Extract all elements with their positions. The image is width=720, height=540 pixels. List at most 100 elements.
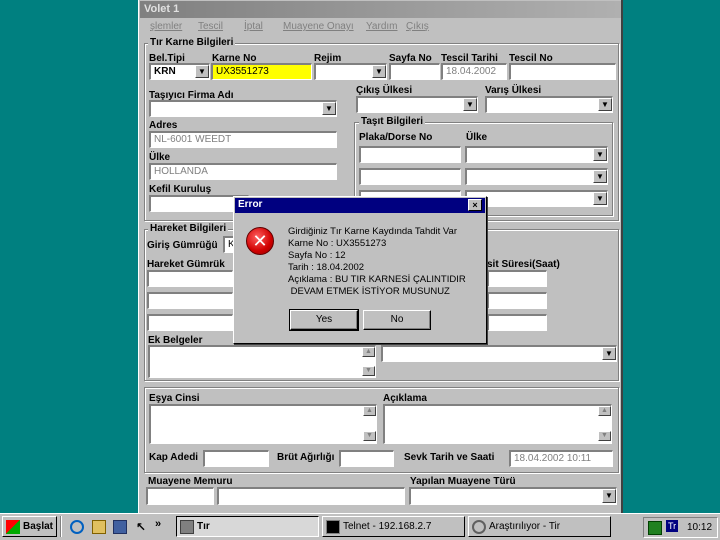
aciklama-textarea[interactable] — [383, 404, 612, 444]
outlook-icon[interactable] — [92, 520, 106, 534]
more-arrows-icon[interactable]: » — [155, 518, 161, 530]
varis-ulkesi-dropdown-icon[interactable]: ▼ — [598, 98, 612, 111]
sevk-label: Sevk Tarih ve Saati — [404, 452, 495, 463]
menu-islemler[interactable]: şlemler — [150, 21, 182, 32]
brut-agirlik-input[interactable] — [339, 450, 394, 467]
plaka-label: Plaka/Dorse No — [359, 132, 433, 143]
menu-cikis[interactable]: Çıkış — [406, 21, 429, 32]
error-message-line-3: Sayfa No : 12 — [288, 250, 346, 261]
ulke-label: Ülke — [149, 152, 171, 163]
aciklama-scroll-down-icon[interactable]: ▼ — [598, 431, 611, 441]
karne-group-title: Tır Karne Bilgileri — [148, 37, 236, 48]
yes-button[interactable]: Yes — [289, 309, 359, 331]
tasit-ulke-dropdown-icon-3[interactable]: ▼ — [593, 192, 607, 205]
sayfa-no-input[interactable] — [389, 63, 440, 80]
varis-ulkesi-label: Varış Ülkesi — [485, 85, 542, 96]
error-message-line-1: Girdiğiniz Tır Karne Kaydında Tahdit Var — [288, 226, 457, 237]
rejim-dropdown-icon[interactable]: ▼ — [372, 65, 386, 78]
tasit-ulke-label: Ülke — [466, 132, 488, 143]
task-telnet[interactable]: Telnet - 192.168.2.7 — [322, 516, 465, 537]
adres-label: Adres — [149, 120, 178, 131]
tasit-ulke-dropdown-icon-2[interactable]: ▼ — [593, 170, 607, 183]
menu-yardim[interactable]: Yardım — [366, 21, 398, 32]
menu-muayene-onayi[interactable]: Muayene Onayı — [283, 21, 354, 32]
cikis-ulkesi-dropdown-icon[interactable]: ▼ — [463, 98, 477, 111]
hareket-gumruk-input-3[interactable] — [147, 314, 233, 331]
kap-adedi-label: Kap Adedi — [149, 452, 199, 463]
clock: 10:12 — [687, 522, 713, 533]
menu-tescil[interactable]: Tescil — [198, 21, 223, 32]
task-tir[interactable]: Tır — [176, 516, 319, 537]
hareket-gumruk-label: Hareket Gümrük — [147, 259, 225, 270]
giris-gumrugu-label: Giriş Gümrüğü — [147, 240, 218, 251]
ek-belgeler-scroll-down-icon[interactable]: ▼ — [362, 366, 375, 376]
tasit-ulke-dropdown-icon-1[interactable]: ▼ — [593, 148, 607, 161]
start-button[interactable]: Başlat — [2, 516, 57, 537]
karne-no-input[interactable]: UX3551273 — [211, 63, 312, 80]
task-arastiriliyor[interactable]: Araştırılıyor - Tir — [468, 516, 611, 537]
error-dialog-title: Error — [235, 198, 485, 213]
desktop-icon[interactable] — [113, 520, 127, 534]
tasit-group-title: Taşıt Bilgileri — [359, 116, 426, 127]
esya-cinsi-textarea[interactable] — [149, 404, 377, 444]
bel-tipi-dropdown-icon[interactable]: ▼ — [195, 65, 209, 78]
sevk-input[interactable]: 18.04.2002 10:11 — [509, 450, 613, 467]
muayene-turu-select[interactable] — [409, 487, 617, 505]
app-icon — [180, 520, 194, 534]
search-icon — [472, 520, 486, 534]
error-message-line-5: Açıklama : BU TIR KARNESİ ÇALINTIDIR — [288, 274, 466, 285]
varis-ulkesi-select[interactable] — [485, 96, 613, 113]
error-message-line-6: DEVAM ETMEK İSTİYOR MUSUNUZ — [288, 286, 450, 297]
window-titlebar: Volet 1 — [140, 1, 621, 18]
hareket-group-title: Hareket Bilgileri — [148, 223, 229, 234]
cursor-icon[interactable]: ↖ — [134, 520, 148, 534]
kefil-label: Kefil Kuruluş — [149, 184, 212, 195]
ulke-input[interactable]: HOLLANDA — [149, 163, 337, 180]
transit-suresi-input-3[interactable] — [487, 314, 547, 331]
adres-input[interactable]: NL-6001 WEEDT — [149, 131, 337, 148]
transit-suresi-label: sit Süresi(Saat) — [487, 259, 560, 270]
cikis-ulkesi-select[interactable] — [356, 96, 478, 113]
task-arastiriliyor-label: Araştırılıyor - Tir — [489, 521, 561, 532]
tescil-no-input[interactable] — [509, 63, 616, 80]
ek-belgeler-dropdown-icon[interactable]: ▼ — [602, 347, 616, 360]
cikis-ulkesi-label: Çıkış Ülkesi — [356, 85, 413, 96]
esya-scroll-up-icon[interactable]: ▲ — [363, 406, 376, 416]
transit-suresi-input-1[interactable] — [487, 270, 547, 287]
menu-iptal[interactable]: İptal — [244, 21, 263, 32]
network-icon[interactable] — [648, 521, 662, 535]
muayene-turu-dropdown-icon[interactable]: ▼ — [602, 489, 616, 503]
ek-belgeler-select[interactable] — [381, 345, 617, 362]
telnet-icon — [326, 520, 340, 534]
muayene-memuru-code-input[interactable] — [146, 487, 214, 505]
brut-agirlik-label: Brüt Ağırlığı — [277, 452, 335, 463]
ek-belgeler-textarea[interactable] — [148, 345, 376, 378]
aciklama-scroll-up-icon[interactable]: ▲ — [598, 406, 611, 416]
kap-adedi-input[interactable] — [203, 450, 269, 467]
tasit-ulke-select-2[interactable] — [465, 168, 608, 185]
task-telnet-label: Telnet - 192.168.2.7 — [343, 521, 432, 532]
no-button[interactable]: No — [363, 310, 431, 330]
close-icon[interactable]: × — [468, 199, 482, 211]
internet-explorer-icon[interactable] — [70, 520, 84, 534]
error-icon: ✕ — [246, 227, 274, 255]
hareket-gumruk-input-1[interactable] — [147, 270, 233, 287]
muayene-turu-label: Yapılan Muayene Türü — [410, 476, 516, 487]
task-tir-label: Tır — [197, 521, 210, 532]
tasiyici-select[interactable] — [149, 100, 337, 117]
hareket-gumruk-input-2[interactable] — [147, 292, 233, 309]
plaka-input-1[interactable] — [359, 146, 461, 163]
muayene-memuru-name-input[interactable] — [217, 487, 405, 505]
transit-suresi-input-2[interactable] — [487, 292, 547, 309]
tasiyici-dropdown-icon[interactable]: ▼ — [322, 102, 336, 115]
ek-belgeler-scroll-up-icon[interactable]: ▲ — [362, 347, 375, 357]
esya-scroll-down-icon[interactable]: ▼ — [363, 431, 376, 441]
start-label: Başlat — [23, 521, 54, 532]
tasit-ulke-select-1[interactable] — [465, 146, 608, 163]
tescil-tarihi-input[interactable]: 18.04.2002 — [441, 63, 507, 80]
aciklama-label: Açıklama — [383, 393, 427, 404]
language-indicator[interactable]: Tr — [666, 520, 679, 532]
muayene-memuru-label: Muayene Memuru — [148, 476, 233, 487]
plaka-input-2[interactable] — [359, 168, 461, 185]
taskbar-divider — [60, 516, 62, 537]
